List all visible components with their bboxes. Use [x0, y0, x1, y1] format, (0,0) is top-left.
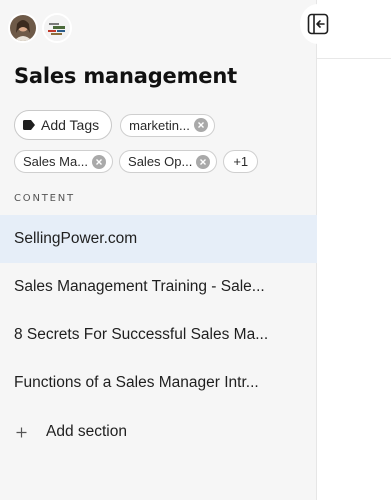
header-divider [317, 58, 391, 59]
content-item[interactable]: 8 Secrets For Successful Sales Ma... [0, 311, 317, 359]
collapse-sidebar-icon [307, 13, 329, 35]
tag-chip[interactable]: Sales Ma... [14, 150, 114, 173]
tag-row: Sales Ma... Sales Op... +1 [14, 150, 264, 173]
tag-label-icon [23, 117, 35, 133]
content-item-label: 8 Secrets For Successful Sales Ma... [14, 326, 269, 343]
tag-chip-label: marketin... [129, 117, 190, 133]
tag-chip[interactable]: marketin... [120, 113, 215, 137]
word-cloud-avatar[interactable] [42, 13, 72, 43]
add-section-button[interactable]: Add section [14, 420, 127, 444]
user-avatar[interactable] [8, 13, 38, 43]
content-list: SellingPower.com Sales Management Traini… [0, 215, 317, 407]
add-section-label: Add section [46, 423, 127, 440]
remove-tag-icon[interactable] [92, 154, 107, 169]
content-item[interactable]: Functions of a Sales Manager Intr... [0, 359, 317, 407]
tag-chip-label: Sales Ma... [23, 154, 89, 169]
tag-row: Add Tags marketin... [14, 110, 221, 140]
remove-tag-icon[interactable] [196, 154, 211, 169]
content-item-label: Functions of a Sales Manager Intr... [14, 374, 259, 391]
user-avatar-icon [10, 15, 36, 41]
plus-icon [14, 427, 28, 438]
content-item-label: Sales Management Training - Sale... [14, 278, 265, 295]
content-item-label: SellingPower.com [14, 230, 138, 247]
content-section-label: CONTENT [14, 193, 75, 204]
add-tags-label: Add Tags [41, 117, 100, 133]
word-cloud-icon [44, 15, 70, 41]
tag-chip[interactable]: Sales Op... [119, 150, 218, 173]
page-title: Sales management [14, 64, 237, 88]
avatar-group [8, 13, 72, 43]
tag-chip-label: Sales Op... [128, 154, 193, 169]
more-tags-button[interactable]: +1 [223, 150, 259, 173]
sidebar: Sales management Add Tags marketin... Sa… [0, 0, 317, 500]
add-tags-button[interactable]: Add Tags [14, 110, 113, 140]
remove-tag-icon[interactable] [193, 118, 208, 132]
content-item[interactable]: Sales Management Training - Sale... [0, 263, 317, 311]
content-item[interactable]: SellingPower.com [0, 215, 317, 263]
collapse-sidebar-button[interactable] [300, 4, 336, 44]
more-tags-label: +1 [233, 154, 249, 169]
